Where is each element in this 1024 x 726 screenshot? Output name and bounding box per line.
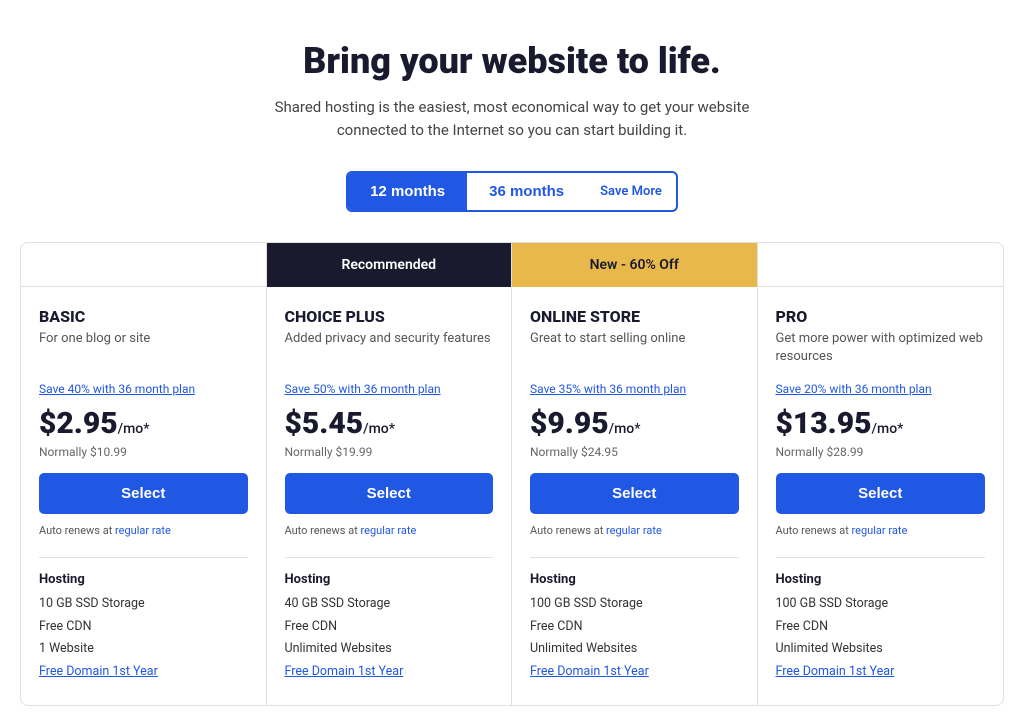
plan-amount-1: $5.45 [285, 406, 364, 441]
features-section-0: Hosting 10 GB SSD Storage Free CDN 1 Websi… [39, 557, 248, 680]
feature-item-0-3[interactable]: Free Domain 1st Year [39, 663, 248, 681]
plan-badge-2: New - 60% Off [512, 243, 757, 287]
select-button-2[interactable]: Select [530, 473, 739, 514]
plan-tagline-1: Added privacy and security features [285, 330, 494, 366]
auto-renew-2: Auto renews at regular rate [530, 524, 739, 537]
plan-body-2: ONLINE STORE Great to start selling onli… [512, 287, 757, 705]
billing-toggle-inner: 12 months 36 months Save More [346, 171, 678, 212]
regular-rate-link-0[interactable]: regular rate [115, 524, 171, 537]
features-label-0: Hosting [39, 572, 248, 587]
feature-item-0-0: 10 GB SSD Storage [39, 595, 248, 613]
plan-amount-0: $2.95 [39, 406, 118, 441]
hero-title: Bring your website to life. [20, 40, 1004, 82]
select-button-1[interactable]: Select [285, 473, 494, 514]
plan-name-3: PRO [776, 307, 986, 326]
feature-item-3-0: 100 GB SSD Storage [776, 595, 986, 613]
plan-tagline-3: Get more power with optimized web resour… [776, 330, 986, 366]
plan-per-0: /mo* [118, 421, 150, 437]
plan-price-2: $9.95/mo* [530, 406, 739, 441]
hero-section: Bring your website to life. Shared hosti… [20, 40, 1004, 141]
features-label-3: Hosting [776, 572, 986, 587]
plan-body-0: BASIC For one blog or site Save 40% with… [21, 287, 266, 705]
feature-item-0-2: 1 Website [39, 640, 248, 658]
plan-tagline-0: For one blog or site [39, 330, 248, 366]
feature-item-0-1: Free CDN [39, 618, 248, 636]
feature-item-1-1: Free CDN [285, 618, 494, 636]
plan-badge-0 [21, 243, 266, 287]
feature-item-2-2: Unlimited Websites [530, 640, 739, 658]
features-section-3: Hosting 100 GB SSD Storage Free CDN Unlimi… [776, 557, 986, 680]
auto-renew-0: Auto renews at regular rate [39, 524, 248, 537]
plan-col-0: BASIC For one blog or site Save 40% with… [21, 243, 267, 705]
plan-normal-1: Normally $19.99 [285, 445, 494, 459]
plan-body-1: CHOICE PLUS Added privacy and security f… [267, 287, 512, 705]
billing-12months-button[interactable]: 12 months [348, 173, 467, 210]
billing-toggle: 12 months 36 months Save More [20, 171, 1004, 212]
plan-col-1: Recommended CHOICE PLUS Added privacy an… [267, 243, 513, 705]
auto-renew-1: Auto renews at regular rate [285, 524, 494, 537]
plan-badge-1: Recommended [267, 243, 512, 287]
select-button-0[interactable]: Select [39, 473, 248, 514]
feature-item-2-1: Free CDN [530, 618, 739, 636]
feature-item-1-3[interactable]: Free Domain 1st Year [285, 663, 494, 681]
features-section-1: Hosting 40 GB SSD Storage Free CDN Unlimit… [285, 557, 494, 680]
plan-per-3: /mo* [872, 421, 904, 437]
plan-price-1: $5.45/mo* [285, 406, 494, 441]
plan-col-2: New - 60% Off ONLINE STORE Great to star… [512, 243, 758, 705]
regular-rate-link-1[interactable]: regular rate [361, 524, 417, 537]
plan-per-1: /mo* [363, 421, 395, 437]
features-section-2: Hosting 100 GB SSD Storage Free CDN Unlimi… [530, 557, 739, 680]
feature-item-3-3[interactable]: Free Domain 1st Year [776, 663, 986, 681]
plan-name-1: CHOICE PLUS [285, 307, 494, 326]
hero-description: Shared hosting is the easiest, most econ… [252, 96, 772, 141]
regular-rate-link-3[interactable]: regular rate [852, 524, 908, 537]
plan-body-3: PRO Get more power with optimized web re… [758, 287, 1004, 705]
plan-col-3: PRO Get more power with optimized web re… [758, 243, 1004, 705]
save-link-3[interactable]: Save 20% with 36 month plan [776, 382, 986, 396]
feature-item-2-0: 100 GB SSD Storage [530, 595, 739, 613]
features-label-2: Hosting [530, 572, 739, 587]
plan-badge-3 [758, 243, 1004, 287]
plan-normal-3: Normally $28.99 [776, 445, 986, 459]
plan-price-3: $13.95/mo* [776, 406, 986, 441]
feature-item-2-3[interactable]: Free Domain 1st Year [530, 663, 739, 681]
features-label-1: Hosting [285, 572, 494, 587]
plan-per-2: /mo* [609, 421, 641, 437]
plan-price-0: $2.95/mo* [39, 406, 248, 441]
billing-save-label: Save More [586, 184, 676, 199]
plan-amount-3: $13.95 [776, 406, 872, 441]
plan-name-2: ONLINE STORE [530, 307, 739, 326]
regular-rate-link-2[interactable]: regular rate [606, 524, 662, 537]
plan-normal-0: Normally $10.99 [39, 445, 248, 459]
plan-normal-2: Normally $24.95 [530, 445, 739, 459]
plan-tagline-2: Great to start selling online [530, 330, 739, 366]
plans-container: BASIC For one blog or site Save 40% with… [20, 242, 1004, 706]
billing-36months-button[interactable]: 36 months [467, 173, 586, 210]
save-link-0[interactable]: Save 40% with 36 month plan [39, 382, 248, 396]
auto-renew-3: Auto renews at regular rate [776, 524, 986, 537]
save-link-2[interactable]: Save 35% with 36 month plan [530, 382, 739, 396]
feature-item-3-2: Unlimited Websites [776, 640, 986, 658]
feature-item-1-0: 40 GB SSD Storage [285, 595, 494, 613]
select-button-3[interactable]: Select [776, 473, 986, 514]
feature-item-3-1: Free CDN [776, 618, 986, 636]
save-link-1[interactable]: Save 50% with 36 month plan [285, 382, 494, 396]
plan-amount-2: $9.95 [530, 406, 609, 441]
plan-name-0: BASIC [39, 307, 248, 326]
feature-item-1-2: Unlimited Websites [285, 640, 494, 658]
